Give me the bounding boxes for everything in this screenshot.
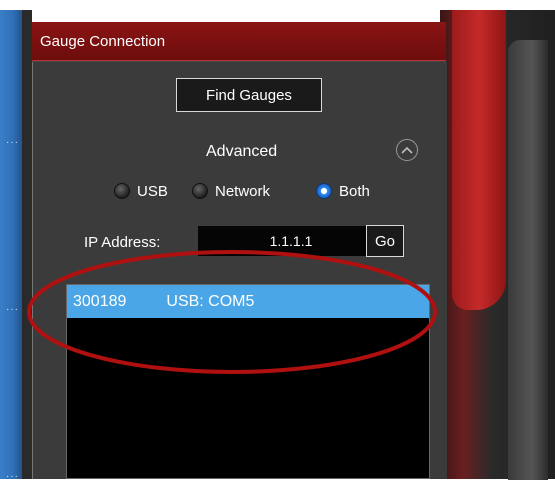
panel-title-bar: Gauge Connection bbox=[32, 22, 446, 61]
radio-label-usb: USB bbox=[137, 182, 168, 200]
top-strip bbox=[0, 0, 555, 10]
device-gray-housing bbox=[508, 40, 548, 480]
left-border bbox=[22, 10, 32, 479]
radio-network[interactable]: Network bbox=[192, 180, 270, 202]
gauge-connection-panel: Gauge Connection Find Gauges Advanced US… bbox=[32, 22, 447, 479]
chevron-up-icon[interactable] bbox=[396, 139, 418, 161]
advanced-label: Advanced bbox=[206, 143, 278, 160]
go-button[interactable]: Go bbox=[366, 225, 404, 257]
ip-address-label: IP Address: bbox=[84, 234, 161, 251]
radio-button-network[interactable] bbox=[192, 183, 208, 199]
gauge-id: 300189 bbox=[73, 292, 127, 310]
left-window-edge: ··· ··· ··· bbox=[0, 10, 22, 482]
gauge-list[interactable]: 300189 USB: COM5 bbox=[66, 284, 430, 479]
gauge-port: USB: COM5 bbox=[166, 292, 255, 310]
radio-label-network: Network bbox=[215, 182, 271, 200]
grip-dots: ··· bbox=[6, 137, 19, 148]
grip-dots: ··· bbox=[6, 471, 19, 482]
grip-dots: ··· bbox=[6, 304, 19, 315]
radio-usb[interactable]: USB bbox=[114, 180, 168, 202]
list-item-selected[interactable]: 300189 USB: COM5 bbox=[67, 285, 429, 318]
device-red-housing bbox=[452, 10, 506, 310]
panel-title: Gauge Connection bbox=[40, 33, 166, 50]
radio-button-usb[interactable] bbox=[114, 183, 130, 199]
find-gauges-button[interactable]: Find Gauges bbox=[176, 78, 322, 112]
radio-both[interactable]: Both bbox=[316, 180, 370, 202]
ip-address-input[interactable] bbox=[198, 226, 384, 256]
radio-label-both: Both bbox=[339, 182, 370, 200]
radio-button-both[interactable] bbox=[316, 183, 332, 199]
